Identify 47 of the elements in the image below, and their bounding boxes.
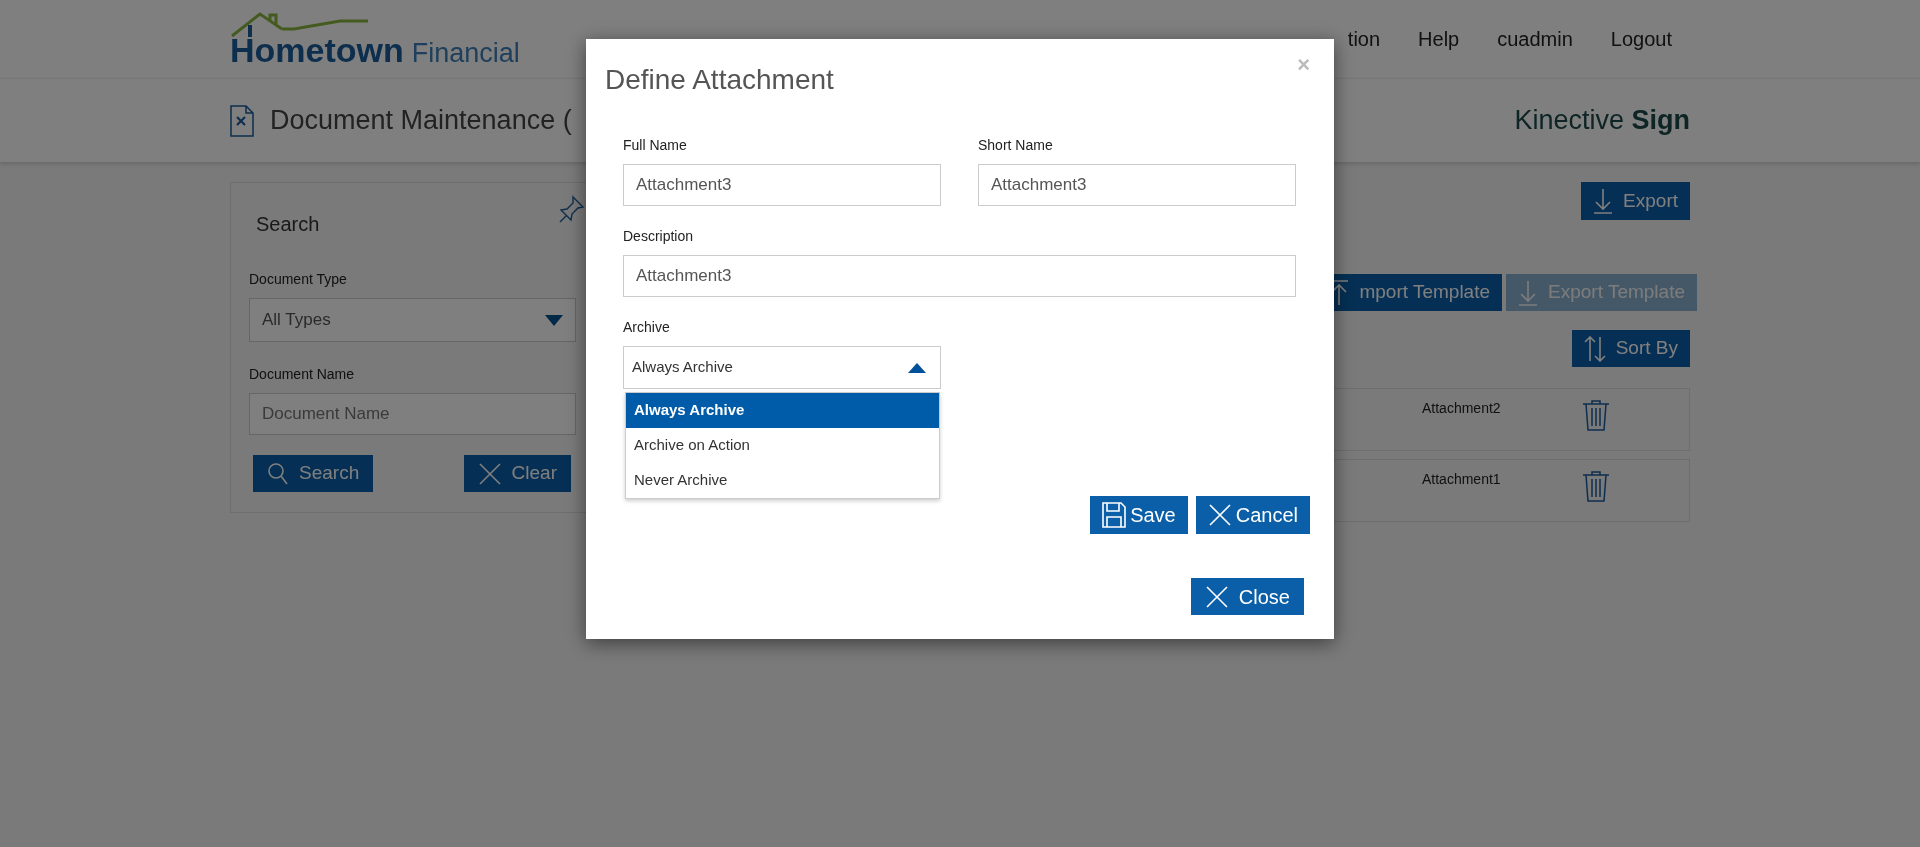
text-field[interactable]: Attachment3 bbox=[623, 164, 941, 206]
close-icon bbox=[1204, 584, 1229, 609]
archive-select[interactable]: Always Archive bbox=[623, 346, 941, 389]
nav-link[interactable]: Help bbox=[1418, 24, 1460, 54]
text-field[interactable]: Attachment3 bbox=[623, 255, 1296, 297]
logo-text: Hometown bbox=[230, 33, 404, 67]
caret-icon bbox=[545, 314, 563, 326]
trash-icon[interactable] bbox=[1582, 399, 1610, 431]
product-name: Kinective Sign bbox=[1514, 104, 1690, 138]
document-name: Attachment1 bbox=[1422, 470, 1502, 489]
sort-button[interactable]: Sort By bbox=[1571, 330, 1690, 367]
close-icon bbox=[477, 461, 502, 486]
field-label: Description bbox=[623, 227, 695, 246]
pin-icon[interactable] bbox=[559, 195, 585, 223]
dropdown-option[interactable]: Always Archive bbox=[626, 393, 939, 428]
field-label: Document Name bbox=[249, 365, 356, 384]
panel-title: Search bbox=[255, 212, 320, 237]
document-icon bbox=[230, 104, 254, 137]
nav-link[interactable]: cuadmin bbox=[1497, 24, 1573, 54]
document-name: Attachment2 bbox=[1422, 399, 1502, 418]
house-logo-icon bbox=[230, 11, 370, 37]
close-icon bbox=[1207, 503, 1232, 527]
field-label: Short Name bbox=[978, 136, 1054, 155]
search-button[interactable]: Search bbox=[253, 455, 374, 492]
logo-text: Financial bbox=[411, 40, 520, 67]
text-field[interactable]: Attachment3 bbox=[978, 164, 1296, 206]
clear-button[interactable]: Clear bbox=[463, 455, 571, 492]
field-label: Archive bbox=[623, 318, 671, 337]
field-label: Full Name bbox=[623, 136, 688, 155]
page-title: Document Maintenance ( bbox=[270, 104, 572, 138]
document-type-select[interactable]: All Types bbox=[249, 298, 576, 342]
export-button[interactable]: Export bbox=[1581, 182, 1690, 220]
trash-icon[interactable] bbox=[1582, 470, 1610, 502]
nav-link[interactable]: tion bbox=[1347, 24, 1381, 54]
document-name-field[interactable]: Document Name bbox=[249, 393, 576, 435]
field-label: Document Type bbox=[249, 270, 348, 289]
dropdown-option[interactable]: Never Archive bbox=[626, 463, 939, 498]
sort-icon bbox=[1583, 335, 1606, 362]
dialog-title: Define Attachment bbox=[605, 63, 834, 97]
cancel-button[interactable]: Cancel bbox=[1195, 496, 1310, 534]
close-button[interactable]: Close bbox=[1190, 578, 1304, 615]
nav-link[interactable]: Logout bbox=[1610, 24, 1672, 54]
caret-icon bbox=[908, 362, 926, 373]
save-button[interactable]: Save bbox=[1090, 496, 1188, 534]
download-icon bbox=[1593, 188, 1614, 214]
dropdown-option[interactable]: Archive on Action bbox=[626, 428, 939, 463]
search-icon bbox=[267, 461, 289, 486]
